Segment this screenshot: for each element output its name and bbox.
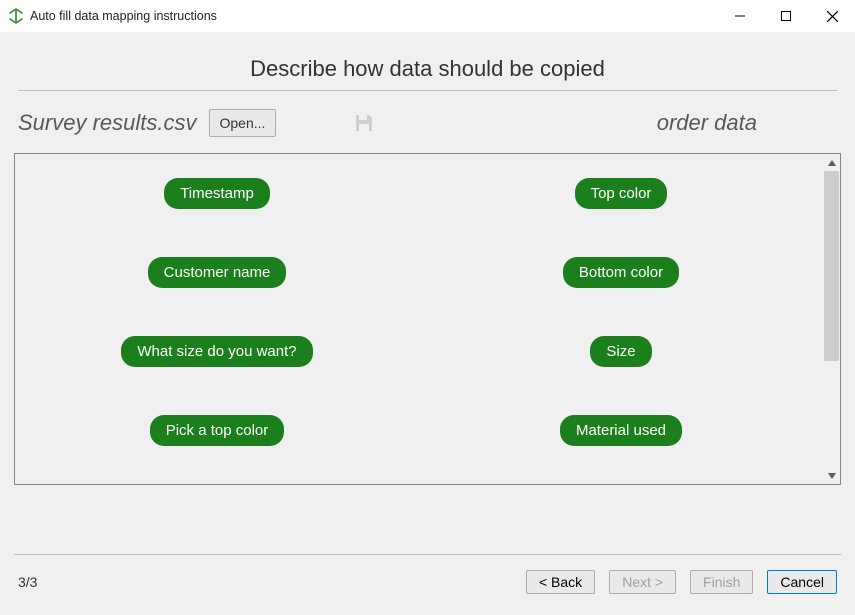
footer: 3/3 < Back Next > Finish Cancel xyxy=(0,559,855,615)
content-area: Describe how data should be copied Surve… xyxy=(0,32,855,615)
maximize-button[interactable] xyxy=(763,0,809,32)
mapping-row: Timestamp Top color xyxy=(15,154,823,233)
window-title: Auto fill data mapping instructions xyxy=(30,9,217,23)
page-heading: Describe how data should be copied xyxy=(0,32,855,90)
file-row: Survey results.csv Open... order data xyxy=(0,91,855,153)
source-filename: Survey results.csv xyxy=(18,110,197,136)
back-button[interactable]: < Back xyxy=(526,570,595,594)
target-label: order data xyxy=(657,110,757,136)
mapping-row: Customer name Bottom color xyxy=(15,233,823,312)
close-button[interactable] xyxy=(809,0,855,32)
page-indicator: 3/3 xyxy=(18,574,37,590)
divider-bottom xyxy=(14,554,841,555)
target-field-pill[interactable]: Material used xyxy=(560,415,682,446)
cancel-button[interactable]: Cancel xyxy=(767,570,837,594)
mapping-row: Pick a top color Material used xyxy=(15,391,823,470)
source-field-pill[interactable]: What size do you want? xyxy=(121,336,312,367)
target-field-pill[interactable]: Top color xyxy=(575,178,668,209)
target-field-pill[interactable]: Size xyxy=(590,336,651,367)
scrollbar[interactable] xyxy=(823,154,840,484)
mapping-row: What size do you want? Size xyxy=(15,312,823,391)
window-controls xyxy=(717,0,855,32)
target-field-pill[interactable]: Bottom color xyxy=(563,257,679,288)
title-bar: Auto fill data mapping instructions xyxy=(0,0,855,32)
app-icon xyxy=(8,8,24,24)
finish-button: Finish xyxy=(690,570,753,594)
open-button[interactable]: Open... xyxy=(209,109,277,137)
scroll-down-arrow[interactable] xyxy=(823,467,840,484)
source-field-pill[interactable]: Customer name xyxy=(148,257,287,288)
minimize-button[interactable] xyxy=(717,0,763,32)
mapping-panel: Timestamp Top color Customer name Bottom… xyxy=(14,153,841,485)
scroll-thumb[interactable] xyxy=(824,171,839,361)
scroll-up-arrow[interactable] xyxy=(823,154,840,171)
mapping-list: Timestamp Top color Customer name Bottom… xyxy=(15,154,823,484)
save-icon[interactable] xyxy=(352,111,376,135)
source-field-pill[interactable]: Pick a top color xyxy=(150,415,285,446)
next-button: Next > xyxy=(609,570,676,594)
source-field-pill[interactable]: Timestamp xyxy=(164,178,270,209)
